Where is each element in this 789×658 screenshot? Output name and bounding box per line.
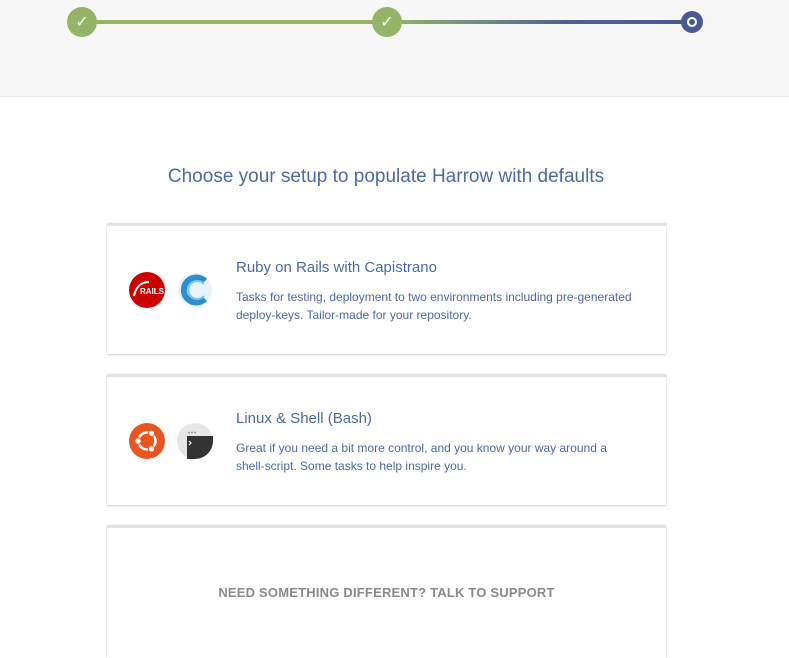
talk-to-support-link[interactable]: NEED SOMETHING DIFFERENT? TALK TO SUPPOR… bbox=[107, 585, 666, 600]
check-icon: ✓ bbox=[380, 12, 394, 31]
step-2-complete[interactable]: ✓ bbox=[372, 7, 402, 37]
step-1-complete[interactable]: ✓ bbox=[67, 7, 97, 37]
progress-stepper: ✓ ✓ bbox=[0, 0, 789, 60]
support-card[interactable]: NEED SOMETHING DIFFERENT? TALK TO SUPPOR… bbox=[107, 525, 666, 658]
ring-icon bbox=[687, 17, 697, 27]
step-connector-2 bbox=[387, 20, 692, 24]
setup-card-rails-capistrano[interactable]: RAILS Ruby on Rails with Capistrano Task… bbox=[107, 223, 666, 354]
rails-logo: RAILS bbox=[129, 272, 165, 308]
setup-card-linux-shell[interactable]: Linux & Shell (Bash) Great if you need a… bbox=[107, 374, 666, 505]
setup-description: Tasks for testing, deployment to two env… bbox=[236, 290, 632, 322]
step-connector-1 bbox=[82, 20, 387, 24]
capistrano-logo bbox=[177, 272, 213, 308]
ubuntu-logo bbox=[129, 423, 165, 459]
step-3-current bbox=[681, 11, 703, 33]
setup-title: Ruby on Rails with Capistrano bbox=[236, 259, 437, 276]
check-icon: ✓ bbox=[75, 12, 89, 31]
setup-title: Linux & Shell (Bash) bbox=[236, 410, 372, 427]
setup-description: Great if you need a bit more control, an… bbox=[236, 441, 607, 473]
svg-text:RAILS: RAILS bbox=[140, 287, 165, 296]
terminal-logo bbox=[177, 423, 213, 459]
page-heading: Choose your setup to populate Harrow wit… bbox=[167, 166, 605, 187]
